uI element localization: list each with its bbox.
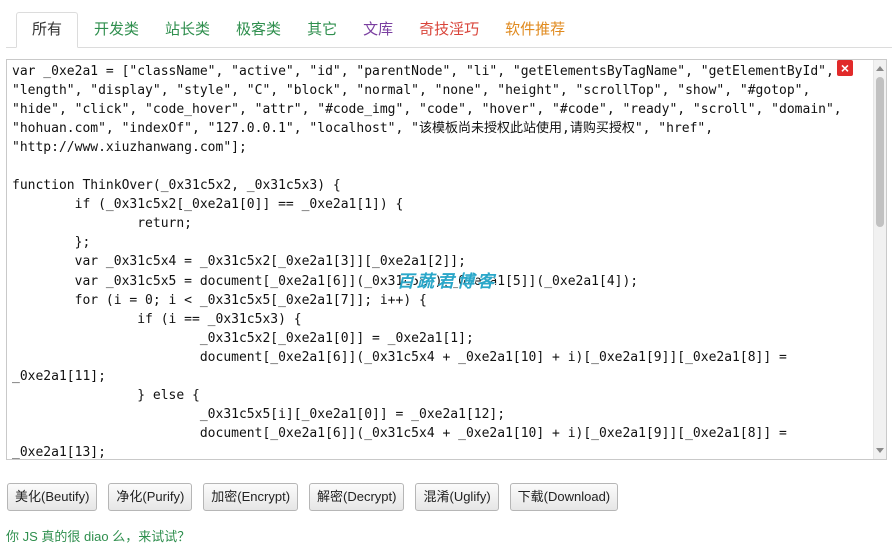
close-icon[interactable]: × xyxy=(837,60,853,76)
tab-tricks[interactable]: 奇技淫巧 xyxy=(409,13,489,47)
purify-button[interactable]: 净化(Purify) xyxy=(108,483,193,511)
code-line: } else { xyxy=(12,387,200,403)
hint-link[interactable]: 你 JS 真的很 diao 么，来试试？ xyxy=(6,526,190,545)
tab-software[interactable]: 软件推荐 xyxy=(495,13,575,47)
code-line: document[_0xe2a1[6]](_0x31c5x4 + _0xe2a1… xyxy=(12,349,787,365)
tab-webmaster[interactable]: 站长类 xyxy=(155,13,220,47)
scroll-thumb[interactable] xyxy=(876,77,884,227)
code-line: return; xyxy=(12,216,193,232)
code-line: "http://www.xiuzhanwang.com"]; xyxy=(12,140,247,156)
code-line: if (_0x31c5x2[_0xe2a1[0]] == _0xe2a1[1])… xyxy=(12,197,404,213)
watermark: 百蔬君博客 xyxy=(397,272,497,292)
tab-geek[interactable]: 极客类 xyxy=(226,13,291,47)
tab-other[interactable]: 其它 xyxy=(297,13,347,47)
code-line: "length", "display", "style", "C", "bloc… xyxy=(12,83,811,99)
code-line: }; xyxy=(12,235,91,251)
tab-all[interactable]: 所有 xyxy=(16,12,79,48)
code-line: for (i = 0; i < _0x31c5x5[_0xe2a1[7]]; i… xyxy=(12,292,427,308)
download-button[interactable]: 下载(Download) xyxy=(509,483,619,511)
uglify-button[interactable]: 混淆(Uglify) xyxy=(415,483,499,511)
code-line: _0x31c5x2[_0xe2a1[0]] = _0xe2a1[1]; xyxy=(12,330,474,346)
code-textarea[interactable]: var _0xe2a1 = ["className", "active", "i… xyxy=(12,62,872,459)
decrypt-button[interactable]: 解密(Decrypt) xyxy=(309,483,405,511)
encrypt-button[interactable]: 加密(Encrypt) xyxy=(203,483,299,511)
scroll-down-icon[interactable] xyxy=(876,448,884,453)
tab-dev[interactable]: 开发类 xyxy=(84,13,149,47)
code-line: function ThinkOver(_0x31c5x2, _0x31c5x3)… xyxy=(12,178,341,194)
code-line: "hohuan.com", "indexOf", "127.0.0.1", "l… xyxy=(12,121,714,137)
code-line: document[_0xe2a1[6]](_0x31c5x4 + _0xe2a1… xyxy=(12,425,787,441)
vertical-scrollbar[interactable] xyxy=(873,60,886,459)
code-line: _0xe2a1[11]; xyxy=(12,368,106,384)
action-buttons: 美化(Beutify) 净化(Purify) 加密(Encrypt) 解密(De… xyxy=(7,483,629,511)
code-line: if (i == _0x31c5x3) { xyxy=(12,311,302,327)
code-line: "hide", "click", "code_hover", "attr", "… xyxy=(12,102,842,118)
code-line: _0x31c5x5[i][_0xe2a1[0]] = _0xe2a1[12]; xyxy=(12,406,506,422)
code-line: var _0xe2a1 = ["className", "active", "i… xyxy=(12,64,834,79)
beautify-button[interactable]: 美化(Beutify) xyxy=(7,483,98,511)
code-editor[interactable]: var _0xe2a1 = ["className", "active", "i… xyxy=(6,59,887,460)
category-tabs: 所有 开发类 站长类 极客类 其它 文库 奇技淫巧 软件推荐 xyxy=(6,11,892,48)
scroll-up-icon[interactable] xyxy=(876,66,884,71)
code-line: _0xe2a1[13]; xyxy=(12,444,106,459)
tab-library[interactable]: 文库 xyxy=(353,13,403,47)
